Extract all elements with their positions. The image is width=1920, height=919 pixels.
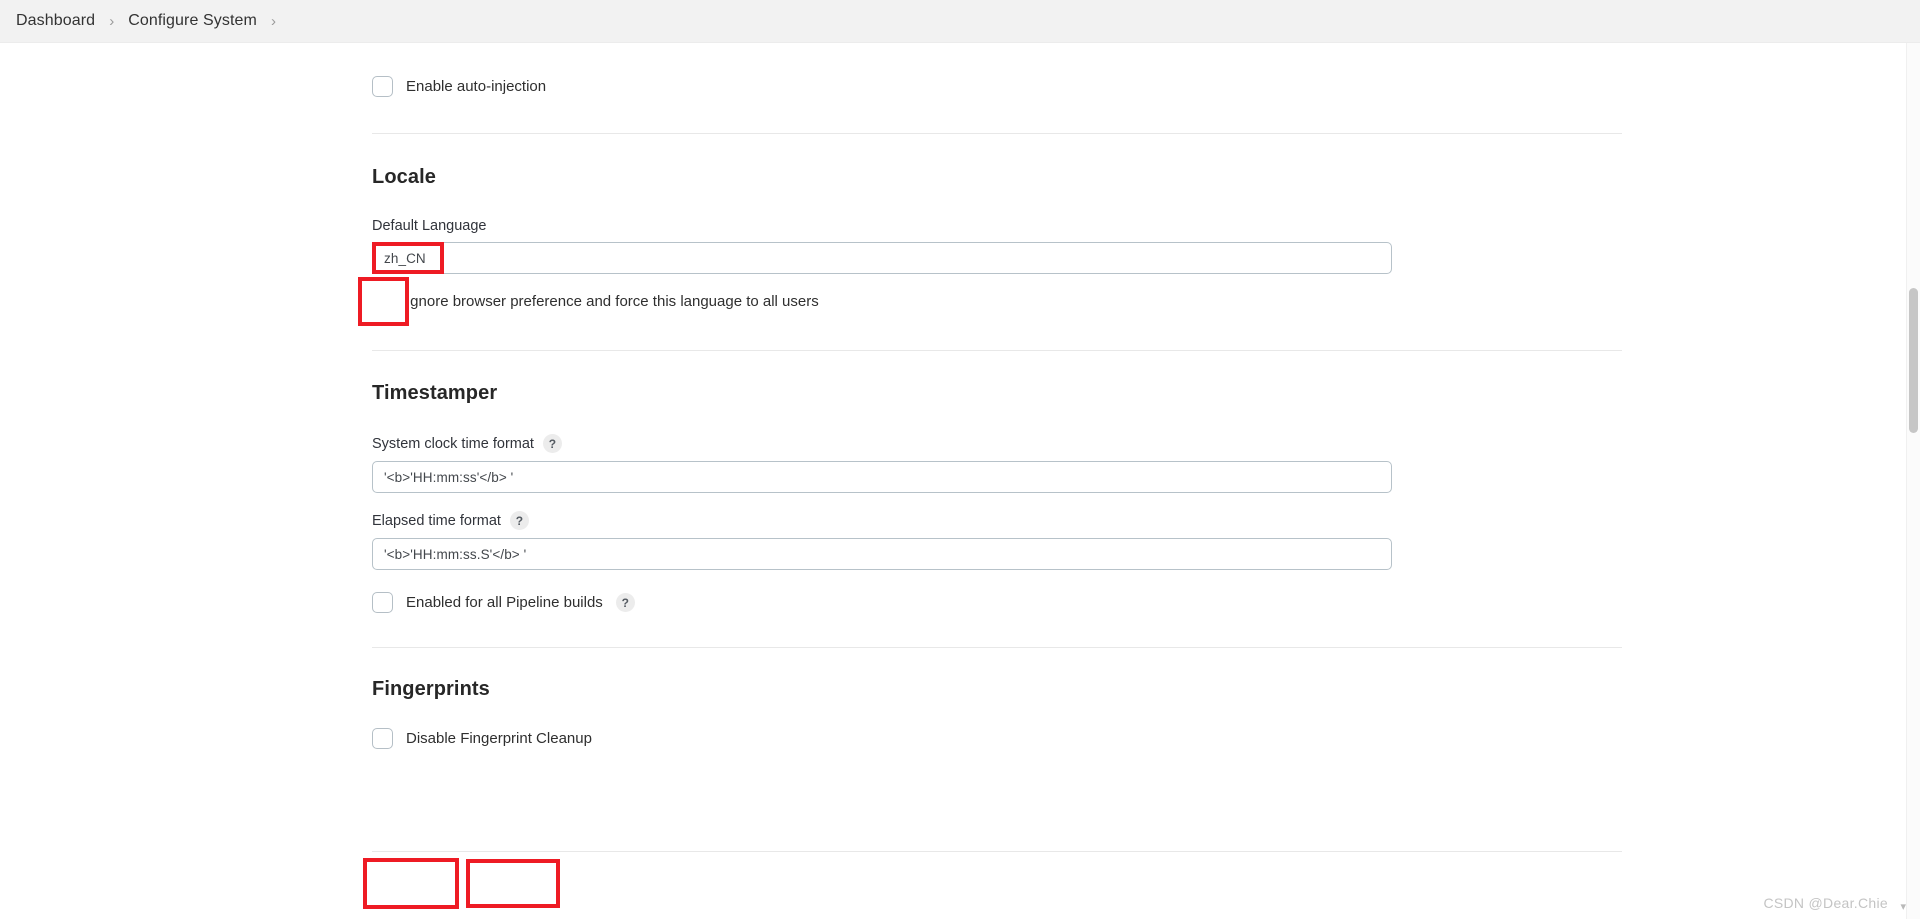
enabled-all-pipelines-label: Enabled for all Pipeline builds	[406, 594, 603, 611]
help-icon-enabled-all-pipelines[interactable]: ?	[615, 593, 635, 612]
auto-injection-checkbox[interactable]	[372, 76, 393, 97]
system-clock-format-input[interactable]: '<b>'HH:mm:ss'</b> '	[372, 461, 1392, 493]
default-language-label-text: Default Language	[372, 218, 487, 234]
force-language-row[interactable]: Ignore browser preference and force this…	[372, 291, 1622, 312]
settings-content: Enable auto-injection Locale Default Lan…	[372, 43, 1622, 749]
auto-injection-label: Enable auto-injection	[406, 78, 547, 95]
default-language-value: zh_CN	[384, 250, 426, 266]
system-clock-format-label: System clock time format ?	[372, 434, 1622, 453]
elapsed-time-format-input[interactable]: '<b>'HH:mm:ss.S'</b> '	[372, 538, 1392, 570]
disable-fingerprint-cleanup-label: Disable Fingerprint Cleanup	[406, 730, 592, 747]
watermark-text: CSDN @Dear.Chie	[1763, 895, 1888, 911]
default-language-label: Default Language	[372, 218, 1622, 234]
elapsed-time-format-value: '<b>'HH:mm:ss.S'</b> '	[384, 546, 527, 562]
save-button[interactable]: Save	[372, 867, 450, 900]
force-language-label: Ignore browser preference and force this…	[406, 293, 819, 310]
fingerprints-section-title: Fingerprints	[372, 678, 490, 700]
enabled-all-pipelines-row[interactable]: Enabled for all Pipeline builds ?	[372, 592, 1622, 613]
locale-section-title: Locale	[372, 166, 436, 188]
auto-injection-row[interactable]: Enable auto-injection	[372, 76, 1622, 97]
disable-fingerprint-cleanup-row[interactable]: Disable Fingerprint Cleanup	[372, 728, 1622, 749]
chevron-right-icon-2: ›	[270, 12, 276, 30]
help-icon-system-clock[interactable]: ?	[542, 434, 562, 453]
disable-fingerprint-cleanup-checkbox[interactable]	[372, 728, 393, 749]
elapsed-time-format-label: Elapsed time format ?	[372, 511, 1622, 530]
apply-button[interactable]: Apply	[474, 867, 552, 900]
watermark-caret-icon: ▾	[1900, 901, 1906, 913]
enabled-all-pipelines-checkbox[interactable]	[372, 592, 393, 613]
default-language-input[interactable]: zh_CN	[372, 242, 1392, 274]
elapsed-time-format-label-text: Elapsed time format	[372, 512, 501, 529]
breadcrumb-item-configure-system[interactable]: Configure System	[128, 12, 257, 30]
system-clock-format-value: '<b>'HH:mm:ss'</b> '	[384, 469, 514, 485]
page-body: Enable auto-injection Locale Default Lan…	[0, 43, 1920, 919]
divider-above-actions	[372, 851, 1622, 852]
help-icon-elapsed-time[interactable]: ?	[509, 511, 529, 530]
timestamper-section-title: Timestamper	[372, 382, 498, 404]
chevron-right-icon: ›	[109, 12, 115, 30]
breadcrumb: Dashboard › Configure System ›	[0, 0, 1920, 43]
breadcrumb-item-dashboard[interactable]: Dashboard	[16, 12, 95, 30]
page-scrollbar[interactable]	[1906, 43, 1920, 919]
system-clock-format-label-text: System clock time format	[372, 435, 534, 452]
page-scrollbar-thumb[interactable]	[1909, 288, 1918, 433]
configure-system-page: Dashboard › Configure System › Enable au…	[0, 0, 1920, 919]
force-language-checkbox[interactable]	[372, 291, 393, 312]
form-actions: Save Apply	[372, 867, 552, 900]
